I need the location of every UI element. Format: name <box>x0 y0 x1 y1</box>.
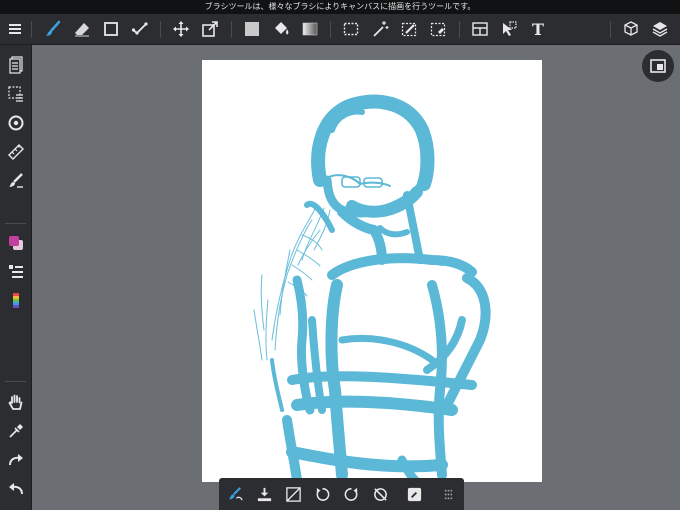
bucket-icon <box>275 22 289 35</box>
3d-icon <box>624 21 638 36</box>
menu-button[interactable] <box>2 14 28 44</box>
ruler-icon <box>7 144 24 160</box>
sketch-drawing <box>253 94 491 482</box>
fill-color-button[interactable] <box>239 14 265 44</box>
brush-icon <box>46 20 61 36</box>
brush-panel-button[interactable] <box>0 51 31 79</box>
grid-handle-icon <box>444 489 453 499</box>
hand-tool-button[interactable] <box>0 388 31 416</box>
grid-handle-button[interactable] <box>434 478 463 510</box>
gradient-icon <box>302 22 318 36</box>
eraser-icon <box>75 23 89 37</box>
menu-icon <box>9 24 21 34</box>
palette-icon <box>12 293 19 308</box>
gradient-tool-button[interactable] <box>297 14 323 44</box>
3d-button[interactable] <box>618 14 644 44</box>
text-tool-button[interactable]: T <box>525 14 551 44</box>
transform-tool-button[interactable] <box>197 14 223 44</box>
selection-panel-button[interactable] <box>0 80 31 108</box>
rotate-left-button[interactable] <box>308 478 337 510</box>
undo-icon <box>8 483 23 495</box>
redo-icon <box>8 454 23 466</box>
ruler-button[interactable] <box>0 138 31 166</box>
eraser-tool-button[interactable] <box>69 14 95 44</box>
reset-rotation-icon <box>374 487 387 501</box>
move-tool-button[interactable] <box>168 14 194 44</box>
fill-color-icon <box>245 22 259 36</box>
move-icon <box>173 21 189 37</box>
color-swatch-icon <box>8 236 23 250</box>
snap-button[interactable] <box>0 109 31 137</box>
save-download-button[interactable] <box>250 478 279 510</box>
select-eraser-icon <box>430 22 446 37</box>
select-pen-button[interactable] <box>396 14 422 44</box>
rectangle-tool-button[interactable] <box>98 14 124 44</box>
save-download-icon <box>257 487 272 501</box>
rotate-right-button[interactable] <box>337 478 366 510</box>
transform-icon <box>202 21 218 37</box>
brush-correction-button[interactable] <box>221 478 250 510</box>
brush-settings-button[interactable] <box>0 167 31 195</box>
brush-tool-button[interactable] <box>40 14 66 44</box>
brush-list-icon <box>8 265 23 278</box>
brush-list-button[interactable] <box>0 258 31 286</box>
clear-layer-icon <box>286 486 301 502</box>
drawing-canvas[interactable] <box>202 60 542 482</box>
select-pen-icon <box>401 22 417 37</box>
navigator-button[interactable] <box>642 50 674 82</box>
magic-wand-button[interactable] <box>367 14 393 44</box>
select-icon <box>343 22 359 36</box>
text-icon: T <box>532 19 544 39</box>
dot-tool-icon <box>131 22 148 35</box>
color-swatch-button[interactable] <box>0 229 31 257</box>
palette-button[interactable] <box>0 287 31 315</box>
bottom-toolbar <box>219 478 464 510</box>
dot-tool-button[interactable] <box>127 14 153 44</box>
magic-wand-icon <box>373 21 389 37</box>
tip-bar: ブラシツールは、様々なブラシによりキャンバスに描画を行うツールです。 <box>0 0 680 14</box>
navigator-icon <box>650 59 666 73</box>
rectangle-icon <box>104 22 118 36</box>
layers-button[interactable] <box>647 14 673 44</box>
select-tool-button[interactable] <box>338 14 364 44</box>
redo-button[interactable] <box>0 446 31 474</box>
selection-panel-icon <box>7 86 23 102</box>
eyedropper-button[interactable] <box>0 417 31 445</box>
select-eraser-button[interactable] <box>425 14 451 44</box>
brush-correction-icon <box>228 486 243 500</box>
snap-icon <box>8 115 23 131</box>
frame-divider-button[interactable] <box>467 14 493 44</box>
eyedropper-icon <box>8 424 23 438</box>
hand-icon <box>7 394 22 410</box>
reset-rotation-button[interactable] <box>366 478 395 510</box>
operation-tool-button[interactable] <box>496 14 522 44</box>
undo-button[interactable] <box>0 475 31 503</box>
clear-layer-button[interactable] <box>279 478 308 510</box>
edit-button[interactable] <box>400 478 429 510</box>
edit-icon <box>407 487 422 501</box>
brush-panel-icon <box>8 56 23 74</box>
frame-divider-icon <box>472 22 488 36</box>
top-toolbar: T <box>0 14 680 45</box>
rotate-right-icon <box>344 487 358 501</box>
operation-icon <box>503 21 517 36</box>
brush-settings-icon <box>8 173 23 188</box>
bucket-tool-button[interactable] <box>268 14 294 44</box>
left-toolbar <box>0 45 32 510</box>
rotate-left-icon <box>316 487 330 501</box>
layers-icon <box>652 22 668 37</box>
